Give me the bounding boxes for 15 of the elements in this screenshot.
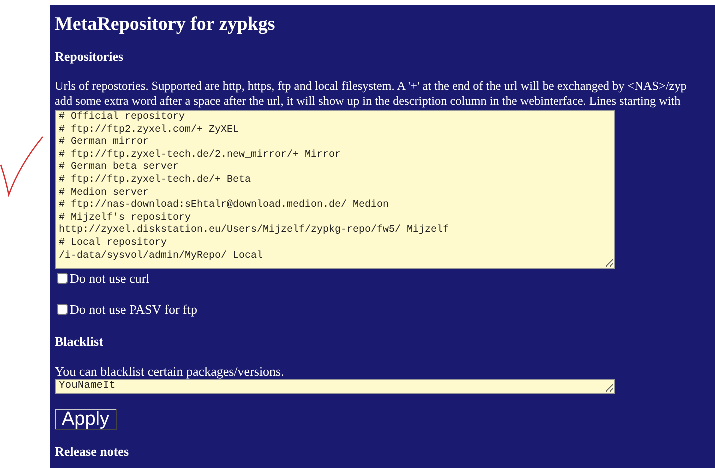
section-heading: Repositories (55, 49, 125, 64)
description-text: add some extra word after a space after the url, it will show up in the description column in the webinterface. Lines starting with (55, 94, 682, 109)
repository-list-field[interactable]: # Official repository # ftp://ftp2.zyxel.com/+ ZyXEL # German mirror # ftp://ftp.zyxel-tech.de/2.new_mirror/+ Mirror # German beta server # ftp://ftp.zyxel-tech.de/+ Beta # Medion server # ftp://nas-download:sEhtalr@download.medion.de/ Medion # Mijzelf's repository http://zyxel.diskstation.eu/Users/Mijzelf/zypkg-repo/fw5/ Mijzelf # Local repository /i-data/sysvol/admin/MyRepo/ Local (55, 110, 615, 269)
page-title: MetaRepository for zypkgs (55, 13, 276, 37)
description-text: You can blacklist certain packages/versions. (55, 364, 286, 379)
checkbox[interactable] (57, 304, 68, 315)
section-heading: Release notes (55, 444, 130, 459)
apply-button[interactable]: Apply (55, 409, 117, 430)
section-heading: Blacklist (55, 334, 104, 349)
checkbox-label: Do not use PASV for ftp (70, 302, 198, 317)
checkbox[interactable] (57, 273, 68, 284)
description-text: Urls of repostories. Supported are http, https, ftp and local filesystem. A '+' at the end of the url will be exchanged by <NAS>/zyp (55, 79, 688, 94)
check-mark-drawing (0, 135, 44, 197)
checkbox-label: Do not use curl (70, 271, 150, 286)
blacklist-field[interactable]: YouNameIt (55, 379, 615, 394)
